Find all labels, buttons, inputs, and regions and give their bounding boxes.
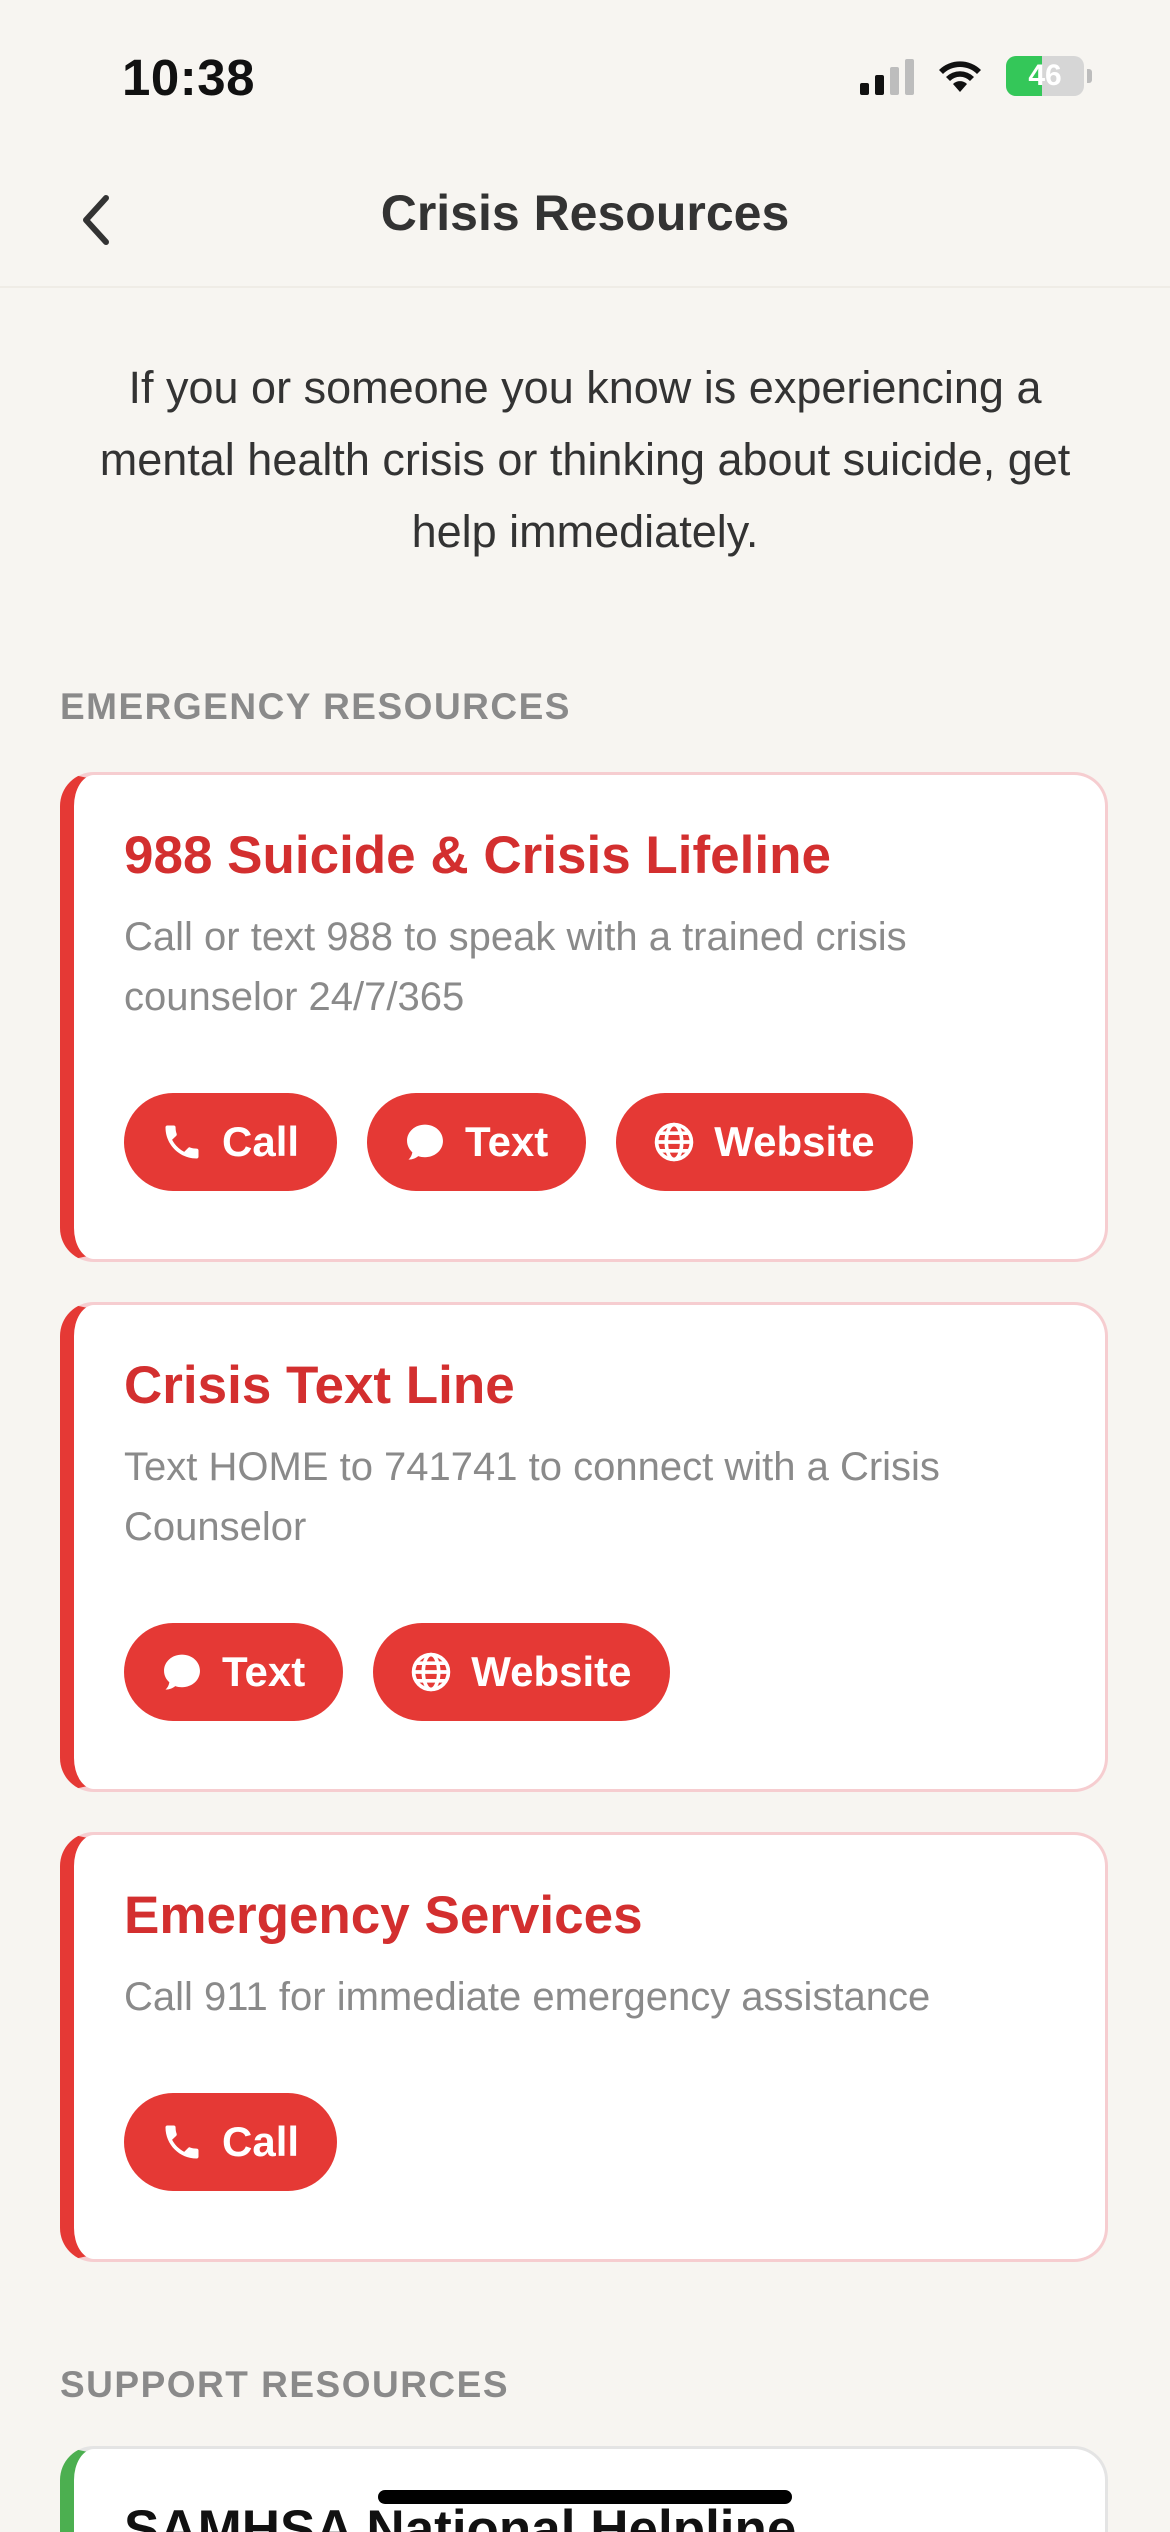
website-button-label: Website xyxy=(714,1118,875,1165)
resource-card-emergency-services: Emergency Services Call 911 for immediat… xyxy=(60,1832,1108,2262)
resource-card-samhsa-helpline: SAMHSA National Helpline xyxy=(60,2446,1108,2532)
cellular-signal-icon xyxy=(860,57,914,95)
text-button-label: Text xyxy=(465,1118,549,1165)
card-title: Crisis Text Line xyxy=(124,1356,515,1415)
card-description: Text HOME to 741741 to connect with a Cr… xyxy=(124,1445,940,1549)
intro-text: If you or someone you know is experienci… xyxy=(99,362,1071,557)
text-button[interactable]: Text xyxy=(367,1093,587,1191)
crisis-resources-screen: 10:38 46 Crisis Resources If you or some… xyxy=(0,0,1170,2532)
card-description: Call 911 for immediate emergency assista… xyxy=(124,1975,931,2019)
card-title: Emergency Services xyxy=(124,1886,643,1945)
call-button[interactable]: Call xyxy=(124,1093,338,1191)
chat-bubble-icon xyxy=(164,1654,200,1690)
globe-icon xyxy=(655,1122,694,1162)
card-actions: Call Text Website xyxy=(124,1093,913,1191)
status-bar: 10:38 46 xyxy=(0,0,1170,150)
globe-icon xyxy=(412,1652,451,1692)
home-indicator[interactable] xyxy=(378,2490,792,2504)
call-button-label: Call xyxy=(222,2118,300,2165)
section-header-emergency: EMERGENCY RESOURCES xyxy=(60,686,571,727)
status-icons: 46 xyxy=(860,56,1092,96)
card-actions: Text Website xyxy=(124,1623,670,1721)
battery-icon: 46 xyxy=(1006,56,1084,96)
text-button[interactable]: Text xyxy=(124,1623,344,1721)
website-button-label: Website xyxy=(471,1648,632,1695)
text-button-label: Text xyxy=(222,1648,306,1695)
resource-card-crisis-text-line: Crisis Text Line Text HOME to 741741 to … xyxy=(60,1302,1108,1792)
card-description: Call or text 988 to speak with a trained… xyxy=(124,915,907,1019)
status-time: 10:38 xyxy=(122,49,255,106)
page-title: Crisis Resources xyxy=(380,185,790,241)
website-button[interactable]: Website xyxy=(616,1093,913,1191)
wifi-icon xyxy=(939,61,981,92)
card-actions: Call xyxy=(124,2093,338,2191)
battery-level: 46 xyxy=(1028,59,1062,92)
section-header-support: SUPPORT RESOURCES xyxy=(60,2364,510,2405)
navigation-bar: Crisis Resources xyxy=(0,150,1170,288)
call-button-label: Call xyxy=(222,1118,300,1165)
chat-bubble-icon xyxy=(407,1124,443,1160)
call-button[interactable]: Call xyxy=(124,2093,338,2191)
card-title: 988 Suicide & Crisis Lifeline xyxy=(124,826,831,885)
phone-icon xyxy=(165,2125,199,2159)
website-button[interactable]: Website xyxy=(373,1623,670,1721)
resource-card-988-lifeline: 988 Suicide & Crisis Lifeline Call or te… xyxy=(60,772,1108,1262)
phone-icon xyxy=(165,1125,199,1159)
